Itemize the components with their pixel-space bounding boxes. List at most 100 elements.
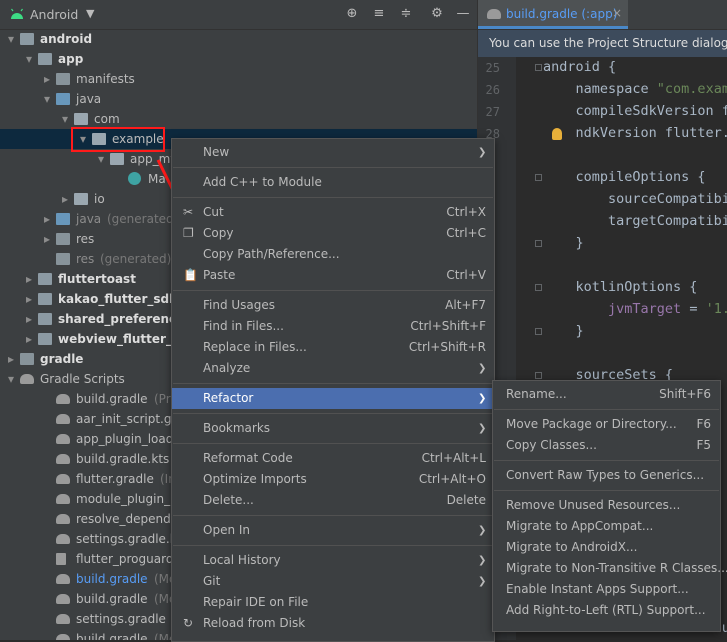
expand-all-icon[interactable]: ≑: [397, 5, 415, 23]
tree-item-label: gradle: [40, 352, 84, 366]
gradle-icon: [56, 634, 70, 640]
tree-item[interactable]: ▾ android: [0, 29, 477, 49]
fold-marker-icon[interactable]: [535, 174, 542, 181]
chevron-down-icon[interactable]: ▾: [60, 109, 70, 129]
chevron-down-icon[interactable]: ▾: [96, 149, 106, 169]
menu-item-open-in[interactable]: Open In ❯: [172, 520, 494, 541]
code-line[interactable]: kotlinOptions {: [543, 279, 698, 295]
menu-item-paste[interactable]: 📋 Paste Ctrl+V: [172, 265, 494, 286]
menu-item-migrate-to-non-transitive-r-classes[interactable]: Migrate to Non-Transitive R Classes...: [493, 558, 727, 579]
menu-item-copy-path-reference[interactable]: Copy Path/Reference...: [172, 244, 494, 265]
tree-item-label: build.gradle.kts: [76, 452, 170, 466]
close-icon[interactable]: ×: [612, 6, 622, 20]
menu-item-copy-classes[interactable]: Copy Classes... F5: [493, 435, 720, 456]
collapse-all-icon[interactable]: ≡: [370, 5, 388, 23]
tree-item-label: webview_flutter_an: [58, 332, 189, 346]
chevron-right-icon[interactable]: ▸: [24, 309, 34, 329]
menu-item-rename[interactable]: Rename... Shift+F6: [493, 384, 720, 405]
menu-item-find-usages[interactable]: Find Usages Alt+F7: [172, 295, 494, 316]
chevron-down-icon[interactable]: ▾: [42, 89, 52, 109]
fold-marker-icon[interactable]: [535, 64, 542, 71]
menu-item-migrate-to-appcompat[interactable]: Migrate to AppCompat...: [493, 516, 720, 537]
gradle-icon: [56, 514, 70, 524]
menu-item-bookmarks[interactable]: Bookmarks ❯: [172, 418, 494, 439]
chevron-right-icon: ❯: [478, 393, 487, 404]
menu-item-label: Bookmarks: [203, 421, 271, 435]
code-line[interactable]: jvmTarget = '1.: [543, 301, 727, 317]
minimize-icon[interactable]: —: [454, 5, 472, 23]
menu-item-enable-instant-apps-support[interactable]: Enable Instant Apps Support...: [493, 579, 720, 600]
menu-item-analyze[interactable]: Analyze ❯: [172, 358, 494, 379]
chevron-right-icon[interactable]: ▸: [42, 209, 52, 229]
chevron-right-icon[interactable]: ▸: [24, 269, 34, 289]
menu-item-optimize-imports[interactable]: Optimize Imports Ctrl+Alt+O: [172, 469, 494, 490]
menu-item-reformat-code[interactable]: Reformat Code Ctrl+Alt+L: [172, 448, 494, 469]
tree-item[interactable]: ▾ app: [0, 49, 477, 69]
project-view-title[interactable]: Android: [30, 7, 78, 22]
menu-item-reload-from-disk[interactable]: ↻ Reload from Disk: [172, 613, 494, 634]
menu-item-replace-in-files[interactable]: Replace in Files... Ctrl+Shift+R: [172, 337, 494, 358]
code-line[interactable]: android {: [543, 59, 616, 75]
menu-item-remove-unused-resources[interactable]: Remove Unused Resources...: [493, 495, 720, 516]
menu-item-migrate-to-androidx[interactable]: Migrate to AndroidX...: [493, 537, 720, 558]
code-line[interactable]: namespace "com.exam: [543, 81, 727, 97]
chevron-right-icon[interactable]: ▸: [6, 349, 16, 369]
menu-item-copy[interactable]: ❐ Copy Ctrl+C: [172, 223, 494, 244]
gradle-icon: [56, 614, 70, 624]
menu-item-new[interactable]: New ❯: [172, 142, 494, 163]
menu-item-git[interactable]: Git ❯: [172, 571, 494, 592]
chevron-right-icon[interactable]: ▸: [60, 189, 70, 209]
menu-item-convert-raw-types-to-generics[interactable]: Convert Raw Types to Generics...: [493, 465, 720, 486]
menu-item-repair-ide-on-file[interactable]: Repair IDE on File: [172, 592, 494, 613]
fold-marker-icon[interactable]: [535, 284, 542, 291]
fold-marker-icon[interactable]: [535, 240, 542, 247]
menu-item-label: New: [203, 145, 230, 159]
tab-label: build.gradle (:app): [506, 7, 618, 21]
menu-item-label: Move Package or Directory...: [506, 417, 677, 431]
chevron-down-icon[interactable]: ▼: [86, 7, 94, 20]
menu-item-add-c-to-module[interactable]: Add C++ to Module: [172, 172, 494, 193]
chevron-down-icon[interactable]: ▾: [24, 49, 34, 69]
tree-item[interactable]: ▾ java: [0, 89, 477, 109]
chevron-right-icon[interactable]: ▸: [42, 229, 52, 249]
project-structure-banner[interactable]: You can use the Project Structure dialog…: [478, 30, 727, 57]
menu-item-shortcut: Ctrl+V: [446, 268, 486, 282]
folder-icon: [56, 253, 70, 265]
gear-icon[interactable]: ⚙: [428, 5, 446, 23]
locate-icon[interactable]: ⊕: [343, 5, 361, 23]
tab-build-gradle-app[interactable]: build.gradle (:app) ×: [478, 0, 628, 29]
menu-item-local-history[interactable]: Local History ❯: [172, 550, 494, 571]
chevron-down-icon[interactable]: ▾: [6, 29, 16, 49]
menu-item-shortcut: Ctrl+Shift+F: [410, 319, 486, 333]
tree-item[interactable]: ▾ com: [0, 109, 477, 129]
code-line[interactable]: }: [543, 235, 584, 251]
code-line[interactable]: targetCompatibi: [543, 213, 727, 229]
code-line[interactable]: compileSdkVersion f: [543, 103, 727, 119]
code-line[interactable]: sourceCompatibi: [543, 191, 727, 207]
fold-marker-icon[interactable]: [535, 328, 542, 335]
context-menu: New ❯ Add C++ to Module ✂ Cut Ctrl+X ❐ Copy Ctrl…: [171, 138, 495, 642]
package-icon: [74, 113, 88, 125]
menu-item-refactor[interactable]: Refactor ❯: [172, 388, 494, 409]
menu-item-cut[interactable]: ✂ Cut Ctrl+X: [172, 202, 494, 223]
chevron-right-icon[interactable]: ▸: [42, 69, 52, 89]
fold-marker-icon[interactable]: [535, 372, 542, 379]
menu-item-delete[interactable]: Delete... Delete: [172, 490, 494, 511]
code-line[interactable]: ndkVersion flutter.: [543, 125, 727, 141]
chevron-right-icon[interactable]: ▸: [24, 329, 34, 349]
menu-item-shortcut: Ctrl+X: [446, 205, 486, 219]
menu-item-find-in-files[interactable]: Find in Files... Ctrl+Shift+F: [172, 316, 494, 337]
code-line[interactable]: }: [543, 323, 584, 339]
menu-separator: [494, 460, 719, 461]
tree-item-label: android: [40, 32, 93, 46]
code-token: }: [543, 235, 584, 251]
chevron-down-icon[interactable]: ▾: [6, 369, 16, 389]
chevron-right-icon[interactable]: ▸: [24, 289, 34, 309]
menu-item-add-right-to-left-rtl-support[interactable]: Add Right-to-Left (RTL) Support...: [493, 600, 720, 621]
code-line[interactable]: compileOptions {: [543, 169, 706, 185]
menu-item-move-package-or-directory[interactable]: Move Package or Directory... F6: [493, 414, 720, 435]
tree-item-label: build.gradle: [76, 572, 148, 586]
menu-item-shortcut: Ctrl+Alt+L: [421, 451, 486, 465]
tree-item[interactable]: ▸ manifests: [0, 69, 477, 89]
lightbulb-icon[interactable]: [552, 128, 562, 140]
